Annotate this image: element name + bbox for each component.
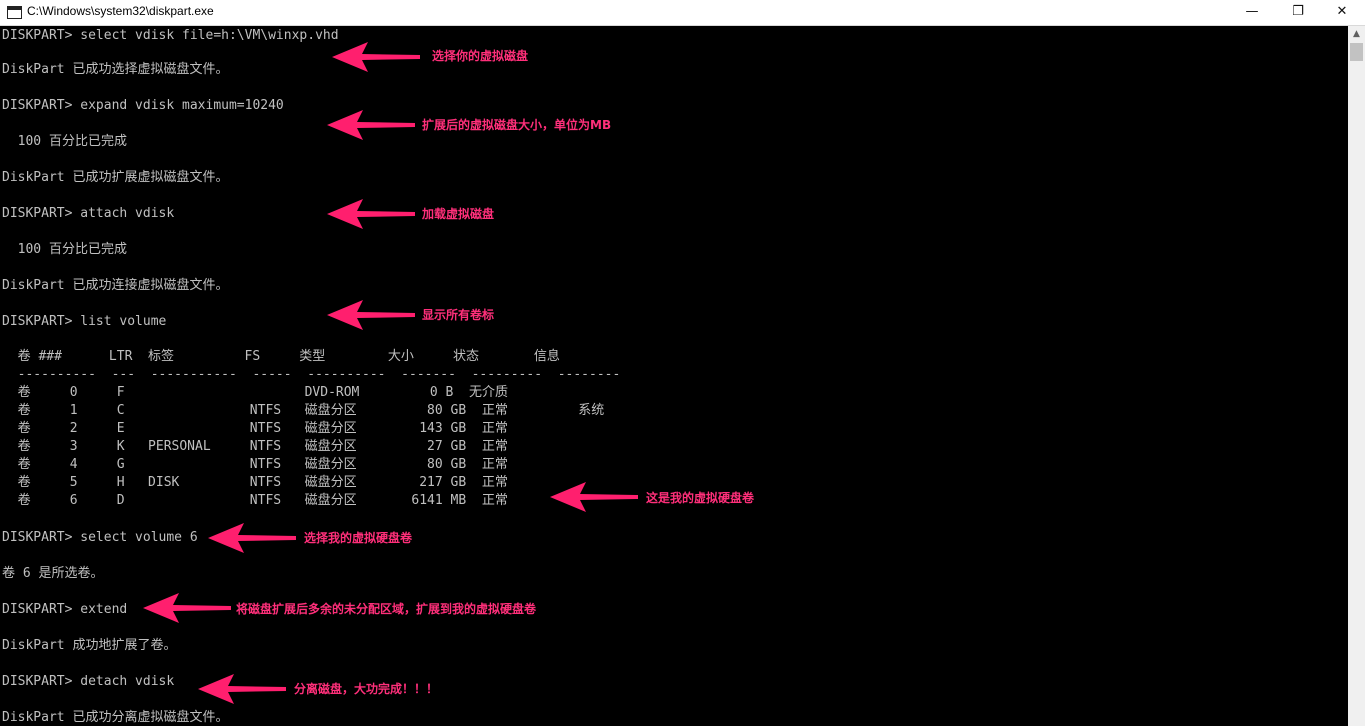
console-line: 卷 6 是所选卷。: [2, 566, 104, 581]
volume-table-row: 卷 6 D NTFS 磁盘分区 6141 MB 正常: [2, 493, 508, 508]
volume-table-header: 卷 ### LTR 标签 FS 类型 大小 状态 信息: [2, 349, 560, 364]
vertical-scrollbar[interactable]: ▲: [1348, 26, 1365, 726]
volume-table-row: 卷 0 F DVD-ROM 0 B 无介质: [2, 385, 508, 400]
volume-table-row: 卷 4 G NTFS 磁盘分区 80 GB 正常: [2, 457, 508, 472]
volume-table-row: 卷 5 H DISK NTFS 磁盘分区 217 GB 正常: [2, 475, 508, 490]
console-line: DISKPART> list volume: [2, 314, 167, 329]
console-app-icon: [7, 6, 22, 19]
volume-table-row: 卷 2 E NTFS 磁盘分区 143 GB 正常: [2, 421, 508, 436]
console-line: DiskPart 已成功选择虚拟磁盘文件。: [2, 62, 229, 77]
console-line: DiskPart 成功地扩展了卷。: [2, 638, 177, 653]
console-line: DISKPART> expand vdisk maximum=10240: [2, 98, 284, 113]
console-output[interactable]: DISKPART> select vdisk file=h:\VM\winxp.…: [0, 26, 1348, 726]
minimize-button[interactable]: —: [1229, 0, 1275, 25]
console-line: DISKPART> attach vdisk: [2, 206, 175, 221]
scroll-up-arrow-icon[interactable]: ▲: [1348, 26, 1365, 43]
console-line: DiskPart 已成功分离虚拟磁盘文件。: [2, 710, 229, 725]
maximize-button[interactable]: ❐: [1275, 0, 1321, 25]
scroll-thumb[interactable]: [1350, 43, 1363, 61]
console-line: DISKPART> detach vdisk: [2, 674, 175, 689]
console-line: 100 百分比已完成: [2, 134, 127, 149]
volume-table-row: 卷 1 C NTFS 磁盘分区 80 GB 正常 系统: [2, 403, 605, 418]
annotation-extend: 将磁盘扩展后多余的未分配区域，扩展到我的虚拟硬盘卷: [236, 602, 537, 616]
annotation-list-volume: 显示所有卷标: [422, 308, 495, 322]
annotation-select-vdisk: 选择你的虚拟磁盘: [432, 49, 529, 63]
annotation-my-volume: 这是我的虚拟硬盘卷: [646, 491, 755, 505]
window-title: C:\Windows\system32\diskpart.exe: [27, 4, 214, 18]
console-line: DiskPart 已成功扩展虚拟磁盘文件。: [2, 170, 229, 185]
title-bar: C:\Windows\system32\diskpart.exe — ❐ ✕: [0, 0, 1365, 26]
annotation-detach: 分离磁盘，大功完成！！！: [294, 682, 439, 696]
volume-table-divider: ---------- --- ----------- ----- -------…: [2, 367, 621, 382]
close-button[interactable]: ✕: [1319, 0, 1365, 25]
annotation-attach: 加载虚拟磁盘: [422, 207, 495, 221]
annotation-select-volume: 选择我的虚拟硬盘卷: [304, 531, 413, 545]
console-line: DISKPART> select vdisk file=h:\VM\winxp.…: [2, 28, 339, 43]
console-line: DISKPART> select volume 6: [2, 530, 198, 545]
console-line: 100 百分比已完成: [2, 242, 127, 257]
console-line: DISKPART> extend: [2, 602, 128, 617]
console-line: DiskPart 已成功连接虚拟磁盘文件。: [2, 278, 229, 293]
volume-table-row: 卷 3 K PERSONAL NTFS 磁盘分区 27 GB 正常: [2, 439, 508, 454]
annotation-expand-size: 扩展后的虚拟磁盘大小，单位为MB: [422, 118, 612, 132]
